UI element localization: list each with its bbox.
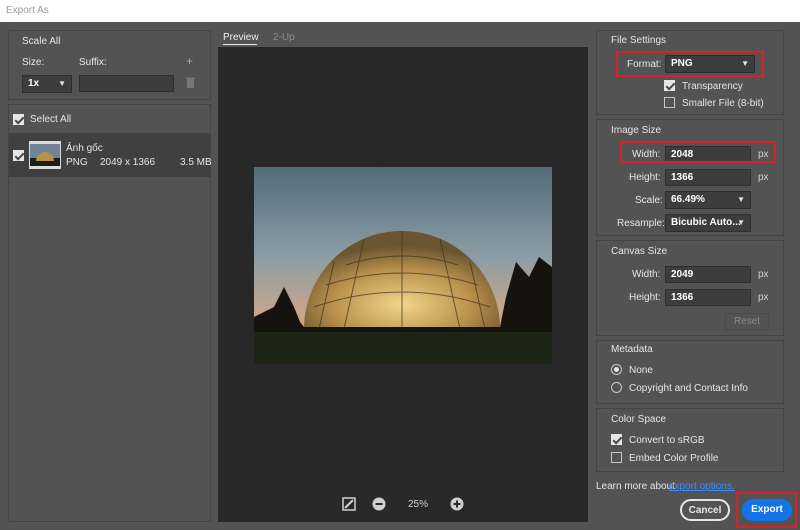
resample-label: Resample: — [617, 218, 665, 229]
image-height-unit: px — [758, 172, 769, 183]
canvas-size-title: Canvas Size — [611, 246, 668, 257]
scale-select[interactable]: 66.49% ▼ — [665, 191, 751, 209]
window-title: Export As — [6, 5, 49, 16]
width-highlight — [620, 141, 776, 163]
assets-panel: Select All Ảnh gốc PNG 2049 x 1366 3.5 M… — [8, 104, 212, 522]
tab-preview-underline — [223, 44, 257, 45]
color-space-panel: Color Space Convert to sRGB Embed Color … — [596, 408, 784, 472]
image-size-panel: Image Size Width: 2048 px Height: 1366 p… — [596, 119, 784, 236]
asset-dimensions: 2049 x 1366 — [100, 157, 156, 168]
asset-filesize: 3.5 MB — [180, 157, 212, 168]
preview-canvas: 25% — [218, 47, 588, 522]
canvas-width-label: Width: — [632, 269, 661, 280]
scale-panel: Scale All Size: Suffix: + 1x ▼ — [8, 30, 211, 100]
select-all-label: Select All — [30, 114, 72, 125]
image-size-title: Image Size — [611, 125, 662, 136]
add-scale-icon[interactable]: + — [186, 54, 193, 68]
asset-row[interactable]: Ảnh gốc PNG 2049 x 1366 3.5 MB — [9, 133, 212, 177]
learn-more-text: Learn more about — [596, 481, 675, 492]
export-button[interactable]: Export — [742, 499, 792, 521]
convert-srgb-checkbox[interactable] — [611, 434, 622, 445]
asset-format: PNG — [66, 157, 88, 168]
chevron-down-icon: ▼ — [737, 218, 745, 227]
size-label: Size: — [22, 57, 45, 68]
color-space-title: Color Space — [611, 414, 667, 425]
canvas-height-unit: px — [758, 292, 769, 303]
preview-image — [254, 167, 552, 364]
metadata-panel: Metadata None Copyright and Contact Info — [596, 340, 784, 404]
zoom-level: 25% — [408, 499, 429, 510]
asset-thumbnail — [29, 141, 61, 169]
asset-checkbox[interactable] — [13, 150, 24, 161]
window-titlebar: Export As — [0, 0, 800, 22]
transparency-checkbox[interactable] — [664, 80, 675, 91]
image-height-input[interactable]: 1366 — [665, 169, 751, 186]
asset-name: Ảnh gốc — [66, 143, 103, 154]
canvas-height-label: Height: — [629, 292, 661, 303]
canvas-height-input[interactable]: 1366 — [665, 289, 751, 306]
zoom-in-icon[interactable] — [450, 497, 464, 511]
canvas-width-unit: px — [758, 269, 769, 280]
image-height-label: Height: — [629, 172, 661, 183]
smaller-file-checkbox[interactable] — [664, 97, 675, 108]
metadata-none-label: None — [629, 365, 653, 376]
scale-all-title: Scale All — [22, 36, 61, 47]
metadata-title: Metadata — [611, 344, 653, 355]
canvas-width-input[interactable]: 2049 — [665, 266, 751, 283]
smaller-file-label: Smaller File (8-bit) — [682, 98, 764, 109]
zoom-out-icon[interactable] — [372, 497, 386, 511]
export-options-link[interactable]: export options. — [669, 481, 735, 492]
file-settings-title: File Settings — [611, 35, 667, 46]
format-highlight — [616, 51, 764, 77]
embed-profile-label: Embed Color Profile — [629, 453, 719, 464]
trash-icon[interactable] — [186, 77, 195, 88]
scale-label: Scale: — [635, 195, 663, 206]
chevron-down-icon: ▼ — [58, 79, 66, 88]
metadata-copyright-radio[interactable] — [611, 382, 622, 393]
toggle-background-icon[interactable] — [342, 497, 356, 511]
chevron-down-icon: ▼ — [737, 195, 745, 204]
convert-srgb-label: Convert to sRGB — [629, 435, 705, 446]
tab-2up[interactable]: 2-Up — [273, 32, 295, 43]
embed-profile-checkbox[interactable] — [611, 452, 622, 463]
transparency-label: Transparency — [682, 81, 743, 92]
size-select-value: 1x — [28, 78, 40, 89]
resample-select-value: Bicubic Auto... — [671, 217, 741, 228]
metadata-none-radio[interactable] — [611, 364, 622, 375]
suffix-label: Suffix: — [79, 57, 107, 68]
cancel-button[interactable]: Cancel — [680, 499, 730, 521]
reset-button[interactable]: Reset — [725, 313, 769, 330]
canvas-size-panel: Canvas Size Width: 2049 px Height: 1366 … — [596, 240, 784, 336]
scale-select-value: 66.49% — [671, 194, 705, 205]
suffix-input[interactable] — [79, 75, 174, 92]
resample-select[interactable]: Bicubic Auto... ▼ — [665, 214, 751, 232]
size-select[interactable]: 1x ▼ — [22, 75, 72, 93]
select-all-checkbox[interactable] — [13, 114, 24, 125]
tab-preview[interactable]: Preview — [223, 32, 259, 43]
metadata-copyright-label: Copyright and Contact Info — [629, 383, 748, 394]
